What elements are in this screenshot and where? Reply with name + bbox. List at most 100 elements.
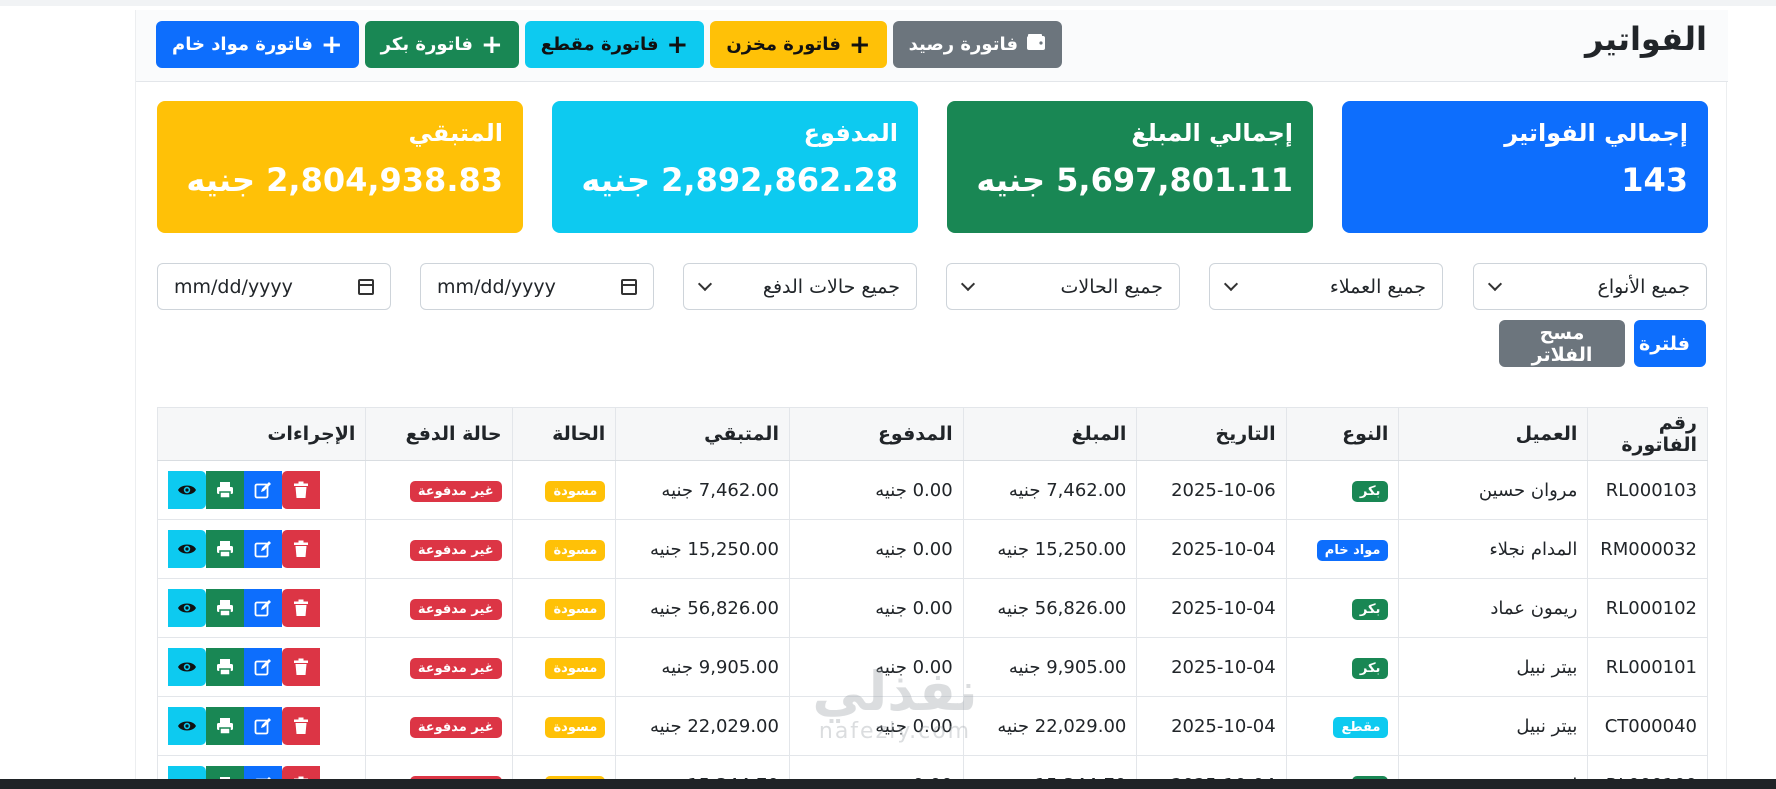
edit-button[interactable]	[244, 589, 282, 627]
delete-button[interactable]	[282, 471, 320, 509]
cell-amount: 56,826.00 جنيه	[962, 578, 1137, 638]
view-button[interactable]	[168, 707, 206, 745]
new-store-invoice-button[interactable]: + فاتورة مخزن	[710, 21, 887, 68]
type-badge: مواد خام	[1316, 539, 1389, 561]
cell-amount: 15,250.00 جنيه	[962, 519, 1137, 579]
cell-payment: غير مدفوعة	[365, 696, 513, 756]
col-remaining[interactable]: المتبقي	[615, 407, 790, 461]
clear-filters-button[interactable]: مسح الفلاتر	[1499, 320, 1625, 367]
col-type[interactable]: النوع	[1285, 407, 1399, 461]
col-date[interactable]: التاريخ	[1136, 407, 1287, 461]
status-filter-select[interactable]: جميع الحالات	[946, 263, 1180, 310]
cell-client: بيتر نبيل	[1398, 637, 1588, 697]
edit-button[interactable]	[244, 471, 282, 509]
col-payment[interactable]: حالة الدفع	[365, 407, 513, 461]
view-button[interactable]	[168, 589, 206, 627]
trash-icon	[294, 658, 308, 675]
eye-icon	[178, 721, 196, 731]
status-badge: مسودة	[545, 480, 606, 502]
payment-status-filter-select[interactable]: جميع حالات الدفع	[683, 263, 917, 310]
table-row[interactable]: RL000101 بيتر نبيل بكر 2025-10-04 9,905.…	[156, 637, 1708, 697]
delete-button[interactable]	[282, 530, 320, 568]
eye-icon	[178, 485, 196, 495]
payment-badge: غير مدفوعة	[409, 716, 502, 738]
new-bakr-invoice-button[interactable]: + فاتورة بكر	[364, 21, 519, 68]
cell-status: مسودة	[511, 637, 616, 697]
plus-icon: +	[666, 29, 689, 60]
delete-button[interactable]	[282, 648, 320, 686]
edit-icon	[254, 482, 271, 499]
table-row[interactable]: RL000103 مروان حسين بكر 2025-10-06 7,462…	[156, 460, 1708, 520]
col-paid[interactable]: المدفوع	[788, 407, 964, 461]
print-button[interactable]	[206, 648, 244, 686]
table-row[interactable]: RL000102 ريمون عماد بكر 2025-10-04 56,82…	[156, 578, 1708, 638]
cell-type: مقطع	[1285, 696, 1399, 756]
stat-total-amount: إجمالي المبلغ 5,697,801.11 جنيه	[947, 101, 1313, 233]
printer-icon	[217, 659, 233, 676]
cell-number: RL000101	[1587, 637, 1708, 697]
view-button[interactable]	[168, 648, 206, 686]
trash-icon	[294, 481, 308, 498]
cell-status: مسودة	[511, 696, 616, 756]
chevron-down-icon	[697, 276, 713, 292]
new-raw-invoice-button[interactable]: + فاتورة مواد خام	[156, 21, 359, 68]
cell-status: مسودة	[511, 460, 616, 520]
cell-date: 2025-10-04	[1136, 578, 1287, 638]
cell-remaining: 7,462.00 جنيه	[615, 460, 790, 520]
cell-type: بكر	[1285, 578, 1399, 638]
stat-remaining: المتبقي 2,804,938.83 جنيه	[157, 101, 523, 233]
date-from-input[interactable]: mm/dd/yyyy	[157, 263, 391, 310]
type-filter-select[interactable]: جميع الأنواع	[1473, 263, 1707, 310]
col-number[interactable]: رقم الفاتورة	[1587, 407, 1708, 461]
edit-button[interactable]	[244, 707, 282, 745]
cell-actions	[156, 696, 366, 756]
edit-icon	[254, 718, 271, 735]
calendar-icon[interactable]	[358, 278, 374, 295]
trash-icon	[294, 717, 308, 734]
chevron-down-icon	[1487, 276, 1503, 292]
cell-client: مروان حسين	[1398, 460, 1588, 520]
view-button[interactable]	[168, 530, 206, 568]
delete-button[interactable]	[282, 707, 320, 745]
status-badge: مسودة	[545, 657, 606, 679]
new-balance-invoice-button[interactable]: فاتورة رصيد	[892, 21, 1063, 68]
edit-button[interactable]	[244, 648, 282, 686]
eye-icon	[178, 603, 196, 613]
col-status[interactable]: الحالة	[511, 407, 616, 461]
calendar-icon[interactable]	[621, 278, 637, 295]
view-button[interactable]	[168, 471, 206, 509]
payment-badge: غير مدفوعة	[409, 539, 502, 561]
edit-icon	[254, 659, 271, 676]
date-to-input[interactable]: mm/dd/yyyy	[420, 263, 654, 310]
cell-paid: 0.00 جنيه	[788, 460, 964, 520]
stat-total-invoices: إجمالي الفواتير 143	[1342, 101, 1708, 233]
delete-button[interactable]	[282, 589, 320, 627]
invoices-card: الفواتير + فاتورة مواد خام + فاتورة بكر + ف…	[135, 10, 1728, 789]
top-strip	[0, 0, 1776, 6]
print-button[interactable]	[206, 589, 244, 627]
printer-icon	[217, 482, 233, 499]
print-button[interactable]	[206, 530, 244, 568]
col-amount[interactable]: المبلغ	[962, 407, 1137, 461]
cell-actions	[156, 637, 366, 697]
cell-actions	[156, 519, 366, 579]
apply-filter-button[interactable]: فلترة	[1634, 320, 1706, 367]
invoices-table: رقم الفاتورة العميل النوع التاريخ المبلغ…	[156, 407, 1708, 789]
table-row[interactable]: CT000040 بيتر نبيل مقطع 2025-10-04 22,02…	[156, 696, 1708, 756]
status-badge: مسودة	[545, 598, 606, 620]
cell-number: RL000102	[1587, 578, 1708, 638]
cell-payment: غير مدفوعة	[365, 637, 513, 697]
cell-amount: 7,462.00 جنيه	[962, 460, 1137, 520]
client-filter-select[interactable]: جميع العملاء	[1209, 263, 1443, 310]
taskbar	[0, 779, 1776, 789]
edit-button[interactable]	[244, 530, 282, 568]
table-row[interactable]: RM000032 المدام نجلاء مواد خام 2025-10-0…	[156, 519, 1708, 579]
print-button[interactable]	[206, 707, 244, 745]
cell-date: 2025-10-04	[1136, 519, 1287, 579]
col-client[interactable]: العميل	[1398, 407, 1588, 461]
cell-remaining: 15,250.00 جنيه	[615, 519, 790, 579]
trash-icon	[294, 540, 308, 557]
printer-icon	[217, 600, 233, 617]
new-cut-invoice-button[interactable]: + فاتورة مقطع	[524, 21, 705, 68]
print-button[interactable]	[206, 471, 244, 509]
